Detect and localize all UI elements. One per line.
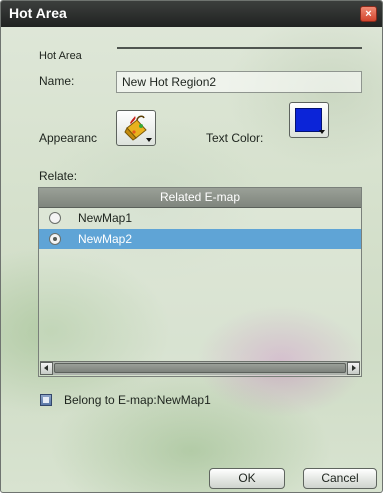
name-field[interactable]	[116, 71, 362, 93]
horizontal-scrollbar[interactable]	[40, 361, 360, 375]
hot-area-dialog: Hot Area × Hot Area Name: Appearanc Text…	[0, 0, 383, 493]
name-label: Name:	[39, 74, 75, 88]
scrollbar-thumb[interactable]	[54, 363, 346, 373]
row-label: NewMap1	[78, 211, 133, 225]
belong-label: Belong to E-map:NewMap1	[64, 393, 211, 407]
close-button[interactable]: ×	[360, 6, 377, 22]
close-icon: ×	[365, 8, 372, 20]
chevron-down-icon	[146, 138, 152, 142]
text-color-button[interactable]	[289, 102, 329, 138]
column-header-related-emap: Related E-map	[159, 190, 241, 204]
chevron-down-icon	[319, 130, 325, 134]
row-label: NewMap2	[78, 232, 133, 246]
text-color-label: Text Color:	[206, 131, 264, 145]
relate-label: Relate:	[39, 169, 78, 183]
belong-checkbox[interactable]	[40, 394, 52, 406]
scroll-right-icon[interactable]	[347, 362, 360, 375]
appearance-label: Appearanc	[39, 131, 98, 145]
dialog-title: Hot Area	[9, 5, 67, 21]
title-bar[interactable]: Hot Area ×	[1, 1, 382, 27]
color-swatch-icon	[295, 108, 322, 132]
scroll-left-icon[interactable]	[40, 362, 53, 375]
appearance-button[interactable]	[116, 110, 156, 146]
table-header[interactable]: Related E-map	[39, 188, 361, 208]
table-row[interactable]: NewMap1	[39, 208, 361, 228]
cancel-button[interactable]: Cancel	[303, 468, 377, 489]
radio-button[interactable]	[49, 233, 61, 245]
related-emap-table: Related E-map NewMap1 NewMap2	[38, 187, 362, 377]
section-divider	[117, 47, 362, 49]
ok-button[interactable]: OK	[209, 468, 285, 489]
table-row[interactable]: NewMap2	[39, 229, 361, 249]
radio-button[interactable]	[49, 212, 61, 224]
hot-area-section-label: Hot Area	[39, 50, 82, 62]
